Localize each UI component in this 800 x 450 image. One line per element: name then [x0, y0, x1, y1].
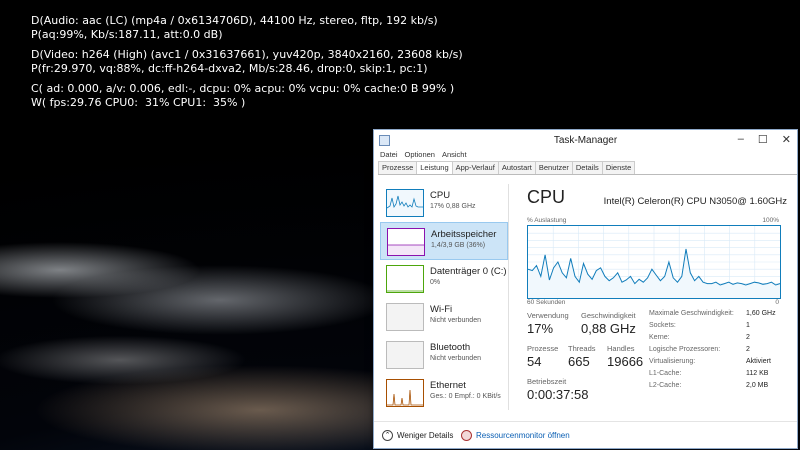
resource-cpu[interactable]: CPU 17% 0,88 GHz: [380, 184, 508, 222]
spec-value: 1,60 GHz: [746, 310, 776, 317]
spec-label: Logische Prozessoren:: [649, 346, 721, 353]
cpu-thumbnail-graph: [386, 189, 424, 217]
resource-wifi[interactable]: Wi-Fi Nicht verbunden: [380, 298, 508, 336]
spec-label: L2-Cache:: [649, 382, 682, 389]
cpu-detail-panel: CPU Intel(R) Celeron(R) CPU N3050@ 1.60G…: [527, 184, 787, 410]
memory-thumbnail-graph: [387, 228, 425, 256]
resource-name: Bluetooth: [430, 342, 471, 353]
overlay-line: C( ad: 0.000, a/v: 0.006, edl:-, dcpu: 0…: [31, 82, 455, 95]
tab-bar: Prozesse Leistung App-Verlauf Autostart …: [378, 161, 797, 175]
speed-value: 0,88 GHz: [581, 321, 636, 336]
tab-startup[interactable]: Autostart: [497, 161, 536, 174]
overlay-line: W( fps:29.76 CPU0: 31% CPU1: 35% ): [31, 95, 246, 109]
tab-processes[interactable]: Prozesse: [378, 161, 418, 174]
resource-summary: Ges.: 0 Empf.: 0 KBit/s: [430, 393, 501, 400]
resource-summary: 0%: [430, 279, 441, 286]
video-stats-overlay: D(Audio: aac (LC) (mp4a / 0x6134706D), 4…: [31, 14, 463, 109]
speed-label: Geschwindigkeit: [581, 311, 636, 320]
fewer-details-button[interactable]: ⌃ Weniger Details: [382, 430, 453, 441]
handles-value: 19666: [607, 354, 644, 369]
graph-y-label: % Auslastung: [527, 217, 567, 224]
tab-performance[interactable]: Leistung: [416, 161, 453, 174]
task-manager-window[interactable]: Task-Manager – ☐ ✕ Datei Optionen Ansich…: [373, 129, 798, 449]
tab-app-history[interactable]: App-Verlauf: [451, 161, 499, 174]
resource-ethernet[interactable]: Ethernet Ges.: 0 Empf.: 0 KBit/s: [380, 374, 508, 412]
usage-value: 17%: [527, 321, 554, 336]
maximize-button[interactable]: ☐: [758, 133, 768, 146]
spec-value: 2: [746, 346, 750, 353]
uptime-value: 0:00:37:58: [527, 387, 589, 402]
spec-value: 2,0 MB: [746, 382, 769, 389]
menu-file[interactable]: Datei: [380, 150, 398, 161]
wifi-thumbnail-graph: [386, 303, 424, 331]
processes-label: Prozesse: [527, 344, 559, 353]
minimize-button[interactable]: –: [738, 133, 744, 146]
resource-summary: 1,4/3,9 GB (36%): [431, 242, 486, 249]
cpu-model: Intel(R) Celeron(R) CPU N3050@ 1.60GHz: [603, 196, 787, 207]
overlay-line: P(aq:99%, Kb/s:187.11, att:0.0 dB): [31, 27, 223, 41]
threads-value: 665: [568, 354, 590, 369]
resource-name: Arbeitsspeicher: [431, 229, 497, 240]
handles-label: Handles: [607, 344, 635, 353]
resource-monitor-link[interactable]: Ressourcenmonitor öffnen: [461, 430, 570, 441]
close-button[interactable]: ✕: [782, 133, 791, 146]
tab-details[interactable]: Details: [571, 161, 603, 174]
resource-bluetooth[interactable]: Bluetooth Nicht verbunden: [380, 336, 508, 374]
spec-value: 112 KB: [746, 370, 769, 377]
footer-bar: ⌃ Weniger Details Ressourcenmonitor öffn…: [374, 421, 797, 448]
menu-bar: Datei Optionen Ansicht: [374, 150, 797, 161]
resource-disk[interactable]: Datenträger 0 (C:) 0%: [380, 260, 508, 298]
resource-name: Datenträger 0 (C:): [430, 266, 507, 277]
cpu-heading: CPU: [527, 187, 566, 207]
resource-name: CPU: [430, 190, 451, 201]
overlay-line: D(Audio: aac (LC) (mp4a / 0x6134706D), 4…: [31, 14, 438, 27]
chevron-up-icon: ⌃: [382, 430, 393, 441]
overlay-line: D(Video: h264 (High) (avc1 / 0x31637661)…: [31, 48, 463, 61]
uptime-label: Betriebszeit: [527, 377, 567, 386]
graph-zero-label: 0: [775, 299, 779, 306]
resource-summary: Nicht verbunden: [430, 355, 481, 362]
resource-name: Ethernet: [430, 380, 466, 391]
cpu-utilization-graph: [527, 225, 781, 299]
overlay-line: P(fr:29.970, vq:88%, dc:ff-h264-dxva2, M…: [31, 61, 428, 75]
graph-y-max: 100%: [762, 217, 779, 224]
spec-label: Kerne:: [649, 334, 670, 341]
spec-value: 2: [746, 334, 750, 341]
title-bar[interactable]: Task-Manager – ☐ ✕: [374, 130, 797, 150]
tab-users[interactable]: Benutzer: [534, 161, 573, 174]
menu-view[interactable]: Ansicht: [442, 150, 467, 161]
ethernet-thumbnail-graph: [386, 379, 424, 407]
resource-summary: Nicht verbunden: [430, 317, 481, 324]
window-title: Task-Manager: [553, 135, 618, 146]
spec-label: Virtualisierung:: [649, 358, 696, 365]
resource-monitor-icon: [461, 430, 472, 441]
menu-options[interactable]: Optionen: [405, 150, 435, 161]
spec-label: Sockets:: [649, 322, 676, 329]
spec-value: 1: [746, 322, 750, 329]
resource-list: CPU 17% 0,88 GHz Arbeitsspeicher 1,4/3,9…: [380, 184, 509, 410]
resource-name: Wi-Fi: [430, 304, 453, 315]
resource-monitor-label: Ressourcenmonitor öffnen: [476, 431, 570, 440]
spec-label: L1-Cache:: [649, 370, 682, 377]
usage-label: Verwendung: [527, 311, 569, 320]
graph-time-label: 60 Sekunden: [527, 299, 566, 306]
fewer-details-label: Weniger Details: [397, 431, 454, 440]
tab-services[interactable]: Dienste: [601, 161, 636, 174]
processes-value: 54: [527, 354, 542, 369]
spec-value: Aktiviert: [746, 358, 771, 365]
resource-memory[interactable]: Arbeitsspeicher 1,4/3,9 GB (36%): [380, 222, 508, 260]
spec-label: Maximale Geschwindigkeit:: [649, 310, 734, 317]
disk-thumbnail-graph: [386, 265, 424, 293]
bluetooth-thumbnail-graph: [386, 341, 424, 369]
resource-summary: 17% 0,88 GHz: [430, 203, 476, 210]
threads-label: Threads: [568, 344, 596, 353]
